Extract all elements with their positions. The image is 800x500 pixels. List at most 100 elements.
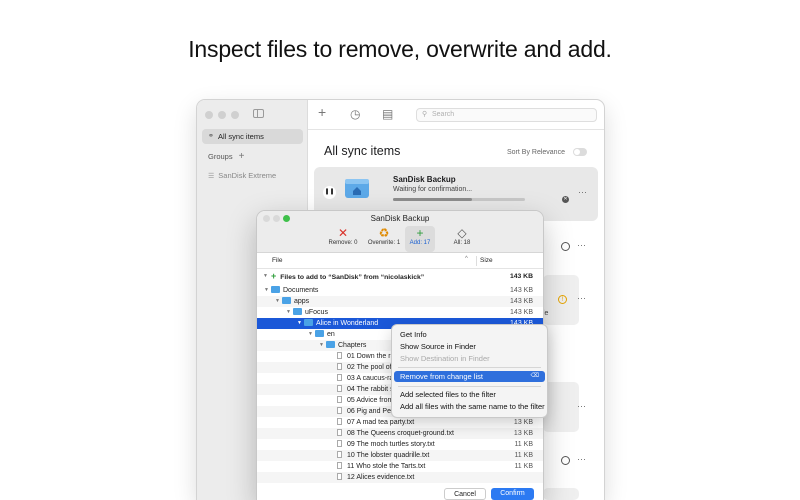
file-row[interactable]: 11 Who stole the Tarts.txt 11 KB xyxy=(257,461,543,472)
row-name: en xyxy=(315,329,335,340)
plus-icon: + xyxy=(271,271,277,281)
add-group-icon[interactable]: + xyxy=(239,151,245,162)
minimize-window-button[interactable] xyxy=(218,111,226,119)
file-row[interactable]: 12 Alices evidence.txt xyxy=(257,472,543,483)
file-column-header[interactable]: File xyxy=(272,257,282,264)
row-size: 13 KB xyxy=(513,419,533,426)
menu-item-remove-from-change-list[interactable]: Remove from change list ⌫ xyxy=(394,371,545,382)
document-icon xyxy=(337,451,342,458)
search-input[interactable]: ⚲ Search xyxy=(416,108,597,122)
folder-row[interactable]: ▼ uFocus 143 KB xyxy=(257,307,543,318)
clipboard-icon[interactable]: ▤ xyxy=(382,107,393,121)
menu-item-add-same-name-to-filter[interactable]: Add all files with the same name to the … xyxy=(394,401,545,412)
list-icon: ☰ xyxy=(208,173,215,180)
row-label: 08 The Queens croquet-ground.txt xyxy=(347,430,454,437)
disk-icon xyxy=(345,179,369,198)
document-icon xyxy=(337,363,342,370)
x-icon: ✕ xyxy=(337,226,349,240)
more-options-icon[interactable]: ··· xyxy=(577,240,586,250)
sort-toggle[interactable] xyxy=(573,148,587,156)
pause-button[interactable]: ❚❚ xyxy=(323,186,336,199)
menu-separator xyxy=(398,367,541,368)
row-size: 11 KB xyxy=(514,463,533,470)
dialog-footer: Cancel Confirm xyxy=(257,487,543,500)
tab-all[interactable]: ◇ All: 18 xyxy=(447,226,477,252)
tab-add[interactable]: + Add: 17 xyxy=(405,226,435,252)
sort-caret-icon[interactable]: ^ xyxy=(465,256,468,262)
files-to-add-header[interactable]: ▼ + Files to add to “SanDisk” from “nicol… xyxy=(257,269,543,284)
diamond-icon: ◇ xyxy=(457,226,467,240)
menu-item-show-source[interactable]: Show Source in Finder xyxy=(394,341,545,352)
document-icon xyxy=(337,396,342,403)
row-size: 143 KB xyxy=(510,309,533,316)
disclosure-icon[interactable]: ▼ xyxy=(319,340,324,351)
document-icon xyxy=(337,418,342,425)
more-options-icon[interactable]: ··· xyxy=(577,293,586,303)
disclosure-icon[interactable]: ▼ xyxy=(275,296,280,307)
row-label: 10 The lobster quadrille.txt xyxy=(347,452,430,459)
dialog-header: SanDisk Backup ✕ Remove: 0 ♻ Overwrite: … xyxy=(257,211,543,253)
file-row[interactable]: 07 A mad tea party.txt 13 KB xyxy=(257,417,543,428)
header-size: 143 KB xyxy=(509,273,533,280)
sidebar-item-sandisk-extreme[interactable]: ☰ SanDisk Extreme xyxy=(208,171,276,180)
document-icon xyxy=(337,374,342,381)
context-menu: Get Info Show Source in Finder Show Dest… xyxy=(392,325,547,417)
item-card-fragment xyxy=(543,488,579,500)
disclosure-icon[interactable]: ▼ xyxy=(286,307,291,318)
file-row[interactable]: 09 The moch turtles story.txt 11 KB xyxy=(257,439,543,450)
row-name: apps xyxy=(282,296,309,307)
row-label: 11 Who stole the Tarts.txt xyxy=(347,463,426,470)
menu-item-show-destination: Show Destination in Finder xyxy=(400,354,490,363)
sidebar-item-all-sync-items[interactable]: ⚭ All sync items xyxy=(202,129,303,144)
row-name: Alice in Wonderland xyxy=(304,318,378,329)
add-icon[interactable]: + xyxy=(318,104,326,120)
confirm-button[interactable]: Confirm xyxy=(491,488,534,500)
stop-icon[interactable]: ✕ xyxy=(562,196,569,203)
document-icon xyxy=(337,407,342,414)
menu-item-get-info[interactable]: Get Info xyxy=(394,329,545,340)
row-label: Alice in Wonderland xyxy=(316,320,379,327)
menu-item-add-selected-to-filter[interactable]: Add selected files to the filter xyxy=(394,389,545,400)
tab-remove-label: Remove: 0 xyxy=(328,240,358,246)
toolbar: + ◷ ▤ ⚲ Search xyxy=(308,100,604,130)
row-label: 12 Alices evidence.txt xyxy=(347,474,415,481)
menu-item-label: Remove from change list xyxy=(400,372,483,381)
row-name: 10 The lobster quadrille.txt xyxy=(337,450,429,461)
row-name: Chapters xyxy=(326,340,366,351)
folder-icon xyxy=(282,297,291,304)
progress-bar xyxy=(393,198,525,201)
zoom-window-button[interactable] xyxy=(231,111,239,119)
size-column-header[interactable]: Size xyxy=(480,257,493,264)
row-name: 08 The Queens croquet-ground.txt xyxy=(337,428,454,439)
folder-icon xyxy=(271,286,280,293)
tab-overwrite[interactable]: ♻ Overwrite: 1 xyxy=(362,226,406,252)
sidebar-toggle-icon[interactable] xyxy=(253,109,264,118)
disclosure-icon[interactable]: ▼ xyxy=(263,269,268,284)
file-row[interactable]: 10 The lobster quadrille.txt 11 KB xyxy=(257,450,543,461)
folder-icon xyxy=(304,319,313,326)
folder-icon xyxy=(293,308,302,315)
disclosure-icon[interactable]: ▼ xyxy=(297,318,302,329)
disclosure-icon[interactable]: ▼ xyxy=(264,285,269,296)
row-label: uFocus xyxy=(305,309,328,316)
close-window-button[interactable] xyxy=(205,111,213,119)
disclosure-icon[interactable]: ▼ xyxy=(308,329,313,340)
more-options-icon[interactable]: ··· xyxy=(577,401,586,411)
file-row[interactable]: 08 The Queens croquet-ground.txt 13 KB xyxy=(257,428,543,439)
row-size: 11 KB xyxy=(514,441,533,448)
tab-remove[interactable]: ✕ Remove: 0 xyxy=(323,226,363,252)
groups-header: Groups + xyxy=(208,151,244,162)
tab-add-label: Add: 17 xyxy=(409,240,431,246)
row-name: Documents xyxy=(271,285,318,296)
cancel-button[interactable]: Cancel xyxy=(444,488,486,500)
history-icon[interactable]: ◷ xyxy=(350,107,360,121)
row-label: Documents xyxy=(283,287,319,294)
more-options-icon[interactable]: ··· xyxy=(578,187,587,197)
row-size: 143 KB xyxy=(510,287,533,294)
link-icon: ⚭ xyxy=(208,133,214,140)
more-options-icon[interactable]: ··· xyxy=(577,454,586,464)
row-size: 13 KB xyxy=(513,430,533,437)
delete-key-icon: ⌫ xyxy=(530,373,539,379)
folder-row[interactable]: ▼ apps 143 KB xyxy=(257,296,543,307)
folder-row[interactable]: ▼ Documents 143 KB xyxy=(257,285,543,296)
